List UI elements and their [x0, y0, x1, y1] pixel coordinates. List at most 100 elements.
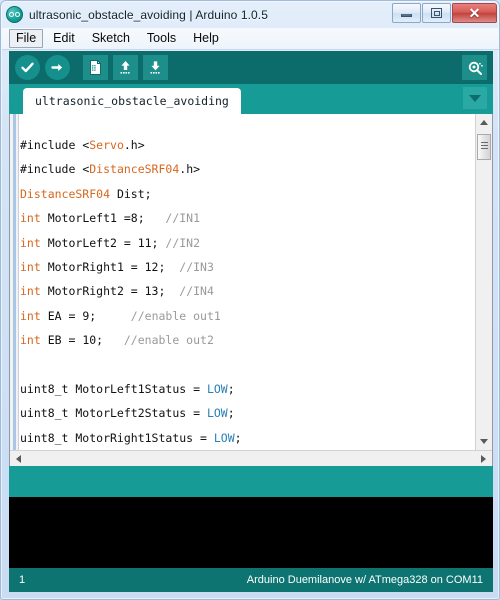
menu-item-file[interactable]: File	[9, 29, 44, 48]
checkmark-icon	[21, 62, 34, 73]
new-sketch-button[interactable]	[83, 55, 108, 80]
code-token: MotorLeft2 = 11;	[40, 235, 166, 250]
code-token: int	[20, 333, 41, 348]
code-token: LOW	[213, 430, 235, 445]
code-line: uint8_t MotorLeft2Status = LOW;	[20, 401, 474, 425]
window-frame: ultrasonic_obstacle_avoiding | Arduino 1…	[0, 0, 500, 600]
menu-item-tools[interactable]: Tools	[140, 29, 183, 48]
title-bar[interactable]: ultrasonic_obstacle_avoiding | Arduino 1…	[1, 1, 499, 28]
code-token: ;	[227, 381, 235, 396]
code-token: uint8_t MotorLeft2Status =	[20, 406, 207, 421]
code-token: //IN3	[179, 259, 214, 274]
scroll-down-arrow-icon[interactable]	[476, 433, 492, 450]
scroll-right-arrow-icon[interactable]	[475, 451, 492, 466]
code-line: int MotorRight1 = 12; //IN3	[20, 255, 474, 279]
tab-ultrasonic-obstacle-avoiding[interactable]: ultrasonic_obstacle_avoiding	[23, 88, 241, 114]
code-editor[interactable]: #include <Servo.h> #include <DistanceSRF0…	[9, 114, 493, 466]
code-token: //IN1	[165, 211, 201, 226]
scroll-left-arrow-icon[interactable]	[10, 451, 27, 466]
editor-vertical-scrollbar[interactable]	[475, 114, 492, 450]
code-line: int MotorLeft1 =8; //IN1	[20, 206, 474, 230]
code-token: DistanceSRF04	[89, 162, 180, 177]
down-arrow-icon	[150, 61, 160, 74]
verify-button[interactable]	[15, 55, 40, 80]
code-token: MotorRight1 = 12;	[40, 259, 180, 274]
scroll-up-arrow-icon[interactable]	[476, 114, 492, 131]
menu-item-sketch[interactable]: Sketch	[85, 29, 137, 48]
code-token: int	[20, 235, 41, 250]
code-token: EA = 9;	[40, 308, 131, 323]
maximize-icon	[431, 8, 442, 18]
editor-gutter	[10, 114, 19, 466]
new-document-icon	[90, 60, 101, 75]
code-token: Servo	[89, 138, 124, 152]
serial-monitor-button[interactable]	[462, 55, 487, 80]
board-port-indicator: Arduino Duemilanove w/ ATmega328 on COM1…	[246, 574, 483, 586]
line-number-indicator: 1	[19, 574, 26, 586]
code-token: #include	[20, 162, 83, 177]
code-line: int EB = 10; //enable out2	[20, 328, 474, 352]
code-token: .h>	[123, 138, 145, 152]
minimize-button[interactable]	[392, 3, 421, 23]
chevron-down-icon	[469, 94, 481, 102]
arduino-logo-icon	[6, 6, 23, 23]
open-sketch-button[interactable]	[113, 55, 138, 80]
code-line: DistanceSRF04 Dist;	[20, 182, 474, 206]
save-sketch-button[interactable]	[143, 55, 168, 80]
close-button[interactable]: ✕	[452, 3, 497, 23]
code-line: int MotorLeft2 = 11; //IN2	[20, 231, 474, 255]
code-token: LOW	[206, 406, 228, 421]
console-output[interactable]	[9, 497, 493, 568]
code-text-area[interactable]: #include <Servo.h> #include <DistanceSRF0…	[20, 114, 474, 450]
toolbar	[9, 51, 493, 84]
code-token: int	[20, 284, 41, 299]
code-token: int	[20, 308, 41, 323]
menu-item-help[interactable]: Help	[186, 29, 226, 48]
scrollbar-grip-icon	[481, 142, 488, 152]
code-token: LOW	[206, 381, 228, 396]
close-icon: ✕	[468, 5, 481, 21]
arduino-ide-window: ultrasonic_obstacle_avoiding | Arduino 1…	[0, 0, 500, 600]
tab-strip: ultrasonic_obstacle_avoiding	[9, 84, 493, 114]
code-token: MotorLeft1 =8;	[40, 211, 166, 226]
code-token: DistanceSRF04	[20, 186, 111, 201]
code-line: uint8_t MotorLeft1Status = LOW;	[20, 377, 474, 401]
tab-label: ultrasonic_obstacle_avoiding	[35, 94, 229, 108]
code-line: #include <Servo.h>	[20, 133, 474, 157]
code-token: //IN2	[165, 235, 201, 250]
up-arrow-icon	[120, 61, 130, 74]
menu-item-edit[interactable]: Edit	[46, 29, 82, 48]
message-strip	[9, 466, 493, 497]
code-line: int EA = 9; //enable out1	[20, 304, 474, 328]
code-token: //enable out2	[123, 333, 214, 348]
code-token: int	[20, 211, 41, 226]
vertical-scrollbar-thumb[interactable]	[477, 134, 491, 160]
editor-horizontal-scrollbar[interactable]	[10, 450, 492, 466]
code-token: #include	[20, 138, 83, 152]
code-token: //IN4	[179, 284, 214, 299]
code-token: ;	[227, 406, 235, 421]
code-line: uint8_t MotorRight1Status = LOW;	[20, 426, 474, 450]
maximize-button[interactable]	[422, 3, 451, 23]
console-text	[9, 497, 493, 503]
gutter-accent-bar	[13, 114, 16, 466]
magnifier-icon	[468, 61, 483, 75]
code-token: uint8_t MotorRight1Status =	[20, 430, 214, 445]
code-token: //enable out1	[130, 308, 221, 323]
code-line: #include <DistanceSRF04.h>	[20, 157, 474, 181]
right-arrow-icon	[51, 64, 63, 71]
code-line: int MotorRight2 = 13; //IN4	[20, 279, 474, 303]
minimize-icon	[401, 14, 412, 17]
code-token: int	[20, 259, 41, 274]
code-token: EB = 10;	[40, 333, 124, 348]
upload-button[interactable]	[45, 55, 70, 80]
window-title: ultrasonic_obstacle_avoiding | Arduino 1…	[29, 7, 269, 22]
menu-bar: File Edit Sketch Tools Help	[2, 28, 499, 50]
code-token: Dist;	[110, 186, 152, 201]
code-token: .h>	[179, 162, 201, 177]
status-bar: 1 Arduino Duemilanove w/ ATmega328 on CO…	[9, 568, 493, 592]
window-controls: ✕	[391, 3, 497, 23]
code-token: uint8_t MotorLeft1Status =	[20, 381, 207, 396]
tab-menu-button[interactable]	[463, 87, 487, 109]
